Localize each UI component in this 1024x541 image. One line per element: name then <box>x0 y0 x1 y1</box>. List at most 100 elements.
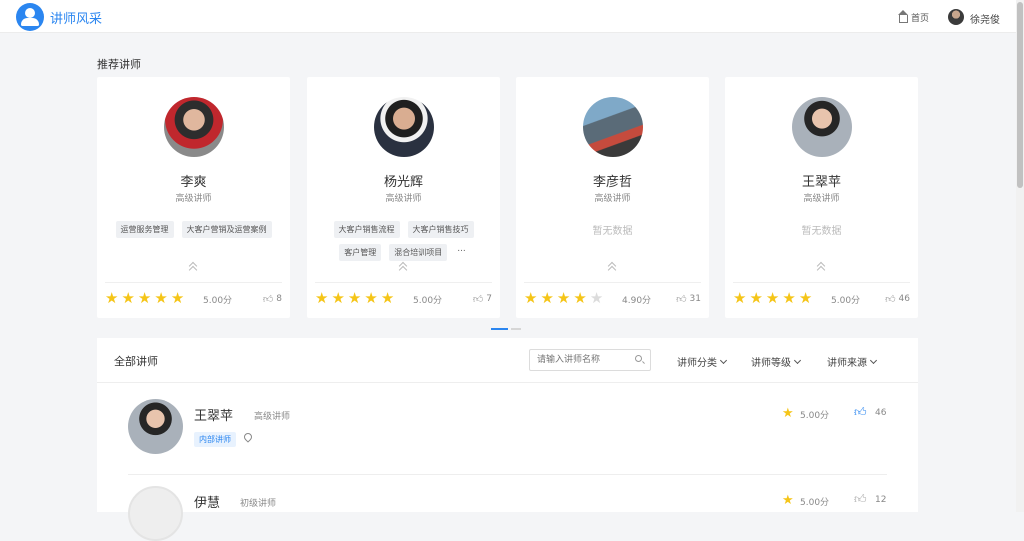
teacher-avatar[interactable] <box>128 399 183 454</box>
teacher-level: 高级讲师 <box>594 194 631 204</box>
source-badge: 内部讲师 <box>194 432 236 447</box>
likes[interactable]: 👍︎ 7 <box>473 293 492 305</box>
score: 5.00分 <box>800 498 830 508</box>
user-name[interactable]: 徐尧俊 <box>970 11 1000 26</box>
score: 4.90分 <box>622 296 652 306</box>
star-icon: ★ <box>137 289 152 307</box>
logo-icon[interactable] <box>16 3 44 31</box>
tags-more[interactable]: ... <box>455 244 468 261</box>
expand-icon[interactable] <box>399 262 407 272</box>
chevron-down-icon <box>793 356 802 364</box>
location-pin-icon[interactable] <box>242 431 254 443</box>
filter-source[interactable]: 讲师来源 <box>827 354 878 369</box>
scrollbar[interactable] <box>1016 0 1024 512</box>
thumbs-up-icon[interactable]: 👍︎ <box>473 293 483 305</box>
star-empty-icon: ★ <box>589 289 604 307</box>
teacher-level: 初级讲师 <box>240 499 277 509</box>
teacher-name[interactable]: 李爽 <box>97 171 290 190</box>
tag[interactable]: 运营服务管理 <box>115 221 174 238</box>
star-icon: ★ <box>573 289 587 307</box>
teacher-level: 高级讲师 <box>803 194 840 204</box>
teacher-name[interactable]: 王翠苹 <box>194 405 233 424</box>
like-count: 8 <box>276 294 282 304</box>
divider <box>315 282 492 283</box>
star-icon: ★ <box>765 289 780 307</box>
expand-icon[interactable] <box>817 262 825 272</box>
teacher-row[interactable]: 伊慧 初级讲师 ★ 5.00分 👍︎ 12 <box>128 486 887 541</box>
home-label: 首页 <box>911 14 930 24</box>
star-icon: ★ <box>540 289 554 307</box>
like-count: 46 <box>898 294 910 304</box>
divider <box>105 282 282 283</box>
teacher-avatar[interactable] <box>374 97 434 157</box>
teacher-card[interactable]: 李爽 高级讲师 运营服务管理 大客户营销及运营案例 ★ ★ ★ ★ ★ 5.00分 👍︎… <box>97 77 290 318</box>
like-count: 31 <box>689 294 701 304</box>
score: 5.00分 <box>800 411 830 421</box>
star-icon: ★ <box>154 289 168 307</box>
teacher-card[interactable]: 王翠苹 高级讲师 暂无数据 ★ ★ ★ ★ ★ 5.00分 👍︎ 46 <box>725 77 918 318</box>
thumbs-up-icon[interactable]: 👍︎ <box>854 492 867 507</box>
teacher-avatar[interactable] <box>583 97 643 157</box>
star-icon: ★ <box>782 493 794 508</box>
star-rating: ★ ★ ★ ★ ★ <box>733 291 812 306</box>
carousel-dot[interactable] <box>511 328 521 330</box>
carousel-dot-active[interactable] <box>491 328 508 330</box>
star-icon: ★ <box>524 289 538 307</box>
empty-tags: 暂无数据 <box>592 226 633 237</box>
all-teachers-title: 全部讲师 <box>114 355 158 368</box>
home-link[interactable]: 首页 <box>898 9 930 24</box>
all-teachers-panel: 全部讲师 讲师分类 讲师等级 讲师来源 王翠苹 高级讲师 内部讲师 ★ 5.00… <box>97 338 918 541</box>
like-count: 7 <box>486 294 492 304</box>
teacher-card[interactable]: 杨光辉 高级讲师 大客户销售流程 大客户销售技巧 客户管理 混合培训项目 ...… <box>307 77 500 318</box>
star-icon: ★ <box>733 289 747 307</box>
tag[interactable]: 大客户销售技巧 <box>407 221 474 238</box>
thumbs-up-icon[interactable]: 👍︎ <box>854 405 867 420</box>
top-bar: 讲师风采 首页 徐尧俊 <box>0 0 1016 33</box>
logo-text[interactable]: 讲师风采 <box>50 8 102 27</box>
star-rating: ★ ★ ★ ★ ★ <box>524 291 603 306</box>
empty-tags: 暂无数据 <box>801 226 842 237</box>
tag[interactable]: 大客户销售流程 <box>333 221 400 238</box>
teacher-name[interactable]: 伊慧 <box>194 492 220 511</box>
tag[interactable]: 大客户营销及运营案例 <box>181 221 272 238</box>
teacher-avatar-placeholder[interactable] <box>128 486 183 541</box>
thumbs-up-icon[interactable]: 👍︎ <box>263 293 273 305</box>
thumbs-up-icon[interactable]: 👍︎ <box>885 293 895 305</box>
score: 5.00分 <box>203 296 233 306</box>
teacher-name[interactable]: 杨光辉 <box>307 171 500 190</box>
star-icon: ★ <box>170 289 185 307</box>
tag[interactable]: 混合培训项目 <box>389 244 448 261</box>
teacher-row[interactable]: 王翠苹 高级讲师 内部讲师 ★ 5.00分 👍︎ 46 <box>128 399 887 459</box>
tag-list: 运营服务管理 大客户营销及运营案例 <box>105 221 282 238</box>
tag[interactable]: 客户管理 <box>339 244 382 261</box>
teacher-avatar[interactable] <box>164 97 224 157</box>
star-icon: ★ <box>364 289 378 307</box>
star-icon: ★ <box>749 289 763 307</box>
teacher-card[interactable]: 李彦哲 高级讲师 暂无数据 ★ ★ ★ ★ ★ 4.90分 👍︎ 31 <box>516 77 709 318</box>
user-avatar[interactable] <box>948 9 964 25</box>
expand-icon[interactable] <box>608 262 616 272</box>
like-count: 12 <box>875 495 887 505</box>
expand-icon[interactable] <box>189 262 197 272</box>
search-input[interactable] <box>529 349 651 371</box>
star-icon: ★ <box>798 289 813 307</box>
tag-list: 大客户销售流程 大客户销售技巧 客户管理 混合培训项目 ... <box>315 221 492 261</box>
star-icon: ★ <box>105 289 119 307</box>
teacher-level: 高级讲师 <box>175 194 212 204</box>
teacher-avatar[interactable] <box>792 97 852 157</box>
teacher-name[interactable]: 王翠苹 <box>725 171 918 190</box>
filter-level[interactable]: 讲师等级 <box>751 354 802 369</box>
score: 5.00分 <box>831 296 861 306</box>
likes[interactable]: 👍︎ 46 <box>885 293 910 305</box>
likes[interactable]: 👍︎ 31 <box>676 293 701 305</box>
likes[interactable]: 👍︎ 8 <box>263 293 282 305</box>
filter-category[interactable]: 讲师分类 <box>677 354 728 369</box>
star-icon: ★ <box>347 289 362 307</box>
thumbs-up-icon[interactable]: 👍︎ <box>676 293 686 305</box>
teacher-name[interactable]: 李彦哲 <box>516 171 709 190</box>
star-rating: ★ ★ ★ ★ ★ <box>105 291 184 306</box>
divider <box>733 282 910 283</box>
recommended-title: 推荐讲师 <box>97 58 141 71</box>
scrollbar-thumb[interactable] <box>1017 2 1023 188</box>
search-icon[interactable] <box>635 355 642 362</box>
